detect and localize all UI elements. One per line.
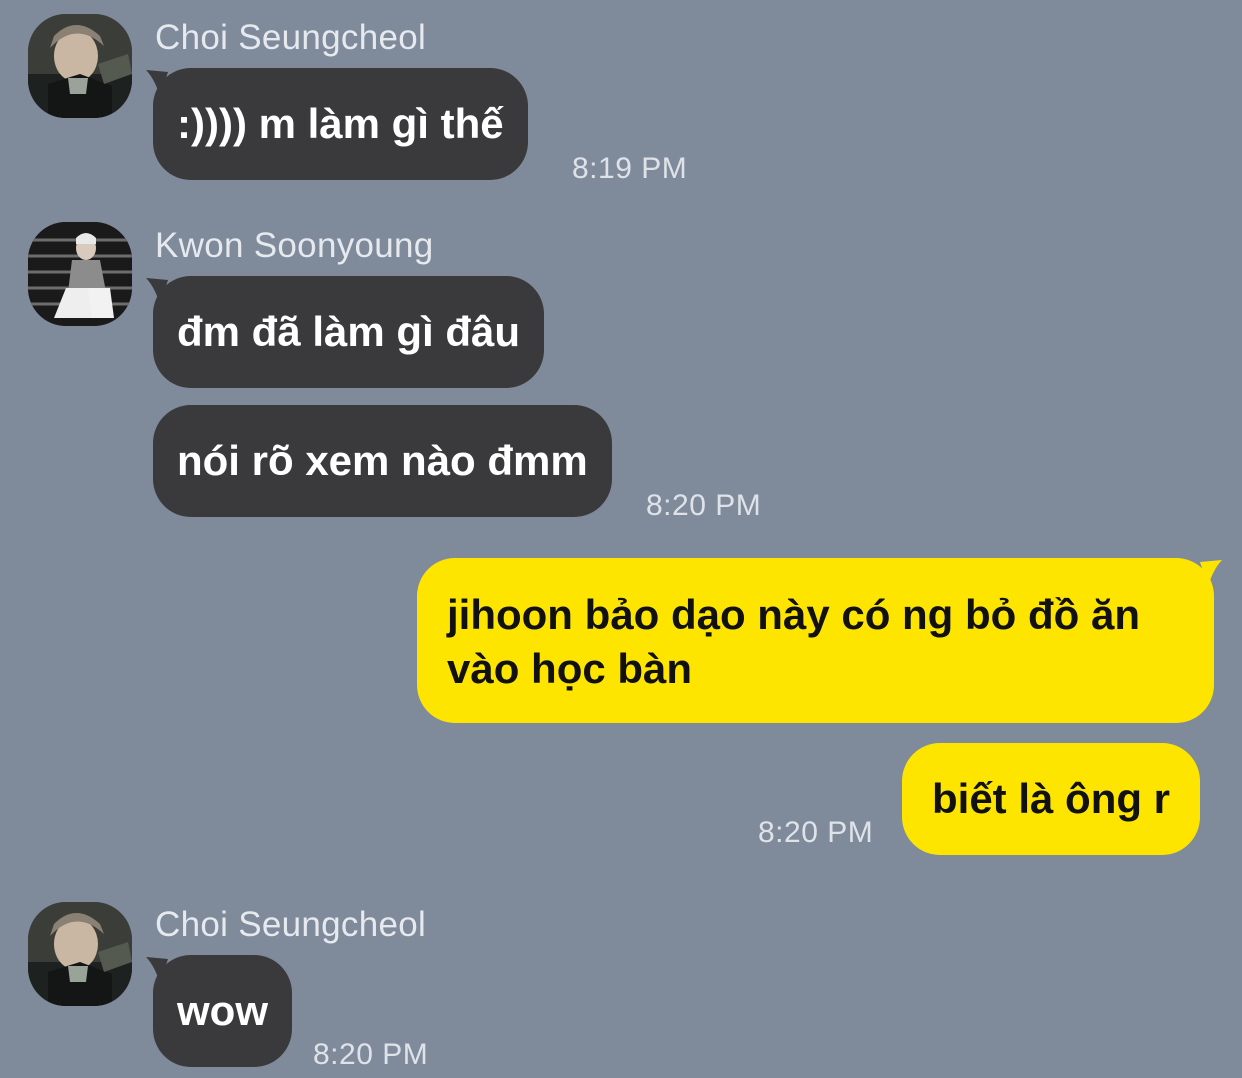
message-text: biết là ông r [932, 775, 1171, 822]
message-bubble[interactable]: đm đã làm gì đâu [153, 276, 545, 388]
message-timestamp: 8:20 PM [758, 816, 874, 849]
message-bubble[interactable]: nói rõ xem nào đmm [153, 405, 612, 517]
avatar-kwon-soonyoung[interactable] [28, 222, 132, 326]
sender-name: Kwon Soonyoung [155, 226, 434, 265]
profile-photo-icon [28, 14, 132, 118]
message-text: wow [177, 987, 268, 1034]
sender-name: Choi Seungcheol [155, 18, 427, 57]
message-timestamp: 8:19 PM [572, 152, 688, 185]
message-bubble[interactable]: :)))) m làm gì thế [153, 68, 528, 180]
message-bubble[interactable]: wow [153, 955, 292, 1067]
message-text-line: vào học bàn [447, 645, 693, 692]
profile-photo-icon [28, 902, 132, 1006]
profile-photo-icon [28, 222, 132, 326]
avatar-choi-seungcheol[interactable] [28, 902, 132, 1006]
message-text: nói rõ xem nào đmm [177, 437, 588, 484]
message-text: :)))) m làm gì thế [177, 100, 504, 147]
avatar-choi-seungcheol[interactable] [28, 14, 132, 118]
message-text-line: jihoon bảo dạo này có ng bỏ đồ ăn [447, 591, 1140, 638]
message-timestamp: 8:20 PM [646, 489, 762, 522]
message-bubble[interactable]: biết là ông r [902, 743, 1201, 855]
message-bubble[interactable]: jihoon bảo dạo này có ng bỏ đồ ăn vào họ… [417, 558, 1214, 723]
message-timestamp: 8:20 PM [313, 1038, 429, 1071]
message-text: đm đã làm gì đâu [177, 308, 521, 355]
sender-name: Choi Seungcheol [155, 905, 427, 944]
